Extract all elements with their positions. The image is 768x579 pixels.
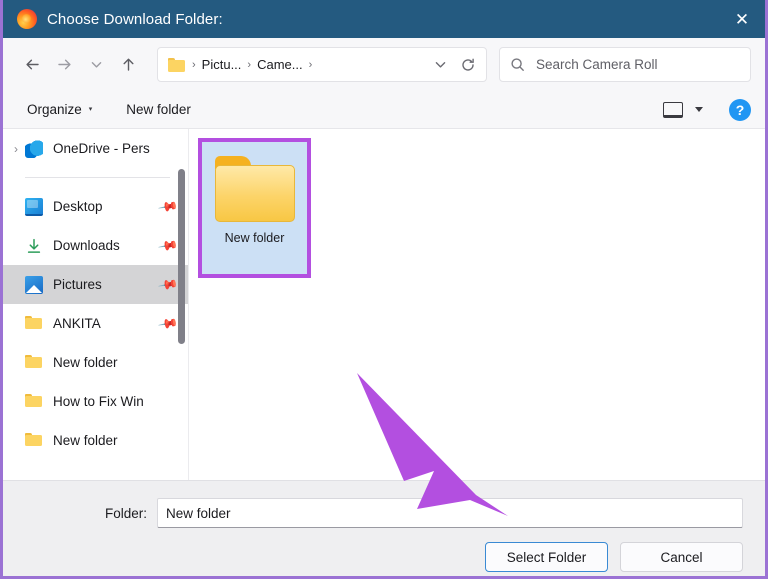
sidebar-item-label: OneDrive - Pers — [53, 141, 150, 156]
file-list-pane[interactable]: New folder — [188, 129, 765, 480]
sidebar-item-label: Downloads — [53, 238, 120, 253]
view-layout-icon[interactable] — [663, 101, 683, 118]
expand-chevron-right-icon[interactable]: › — [9, 142, 23, 156]
pictures-icon — [25, 275, 43, 294]
breadcrumb-folder-icon — [168, 57, 185, 72]
folder-icon — [25, 432, 43, 450]
folder-icon — [213, 156, 297, 222]
help-icon[interactable]: ? — [729, 98, 751, 121]
navigation-sidebar: › OneDrive - Pers Desktop 📌 Downloads 📌 — [3, 129, 188, 480]
choose-download-folder-dialog: Choose Download Folder: ✕ › Pictu... › C… — [0, 0, 768, 579]
sidebar-item-label: ANKITA — [53, 316, 101, 331]
folder-icon — [25, 315, 43, 333]
breadcrumb-separator-2[interactable]: › — [304, 59, 318, 71]
sidebar-item-downloads[interactable]: Downloads 📌 — [3, 226, 188, 265]
sidebar-item-pictures[interactable]: Pictures 📌 — [3, 265, 188, 304]
sidebar-item-new-folder-2[interactable]: New folder — [3, 421, 188, 460]
onedrive-icon — [25, 139, 43, 158]
breadcrumb-separator-1: › — [247, 58, 252, 71]
close-icon[interactable]: ✕ — [719, 0, 765, 38]
sidebar-item-label: Desktop — [53, 199, 103, 214]
breadcrumb-item-0[interactable]: Pictu... — [201, 57, 243, 72]
pin-icon[interactable]: 📌 — [157, 234, 179, 256]
pin-icon[interactable]: 📌 — [157, 273, 179, 295]
search-input[interactable] — [536, 57, 740, 72]
sidebar-item-onedrive[interactable]: › OneDrive - Pers — [3, 129, 188, 168]
dialog-button-row: Select Folder Cancel — [25, 542, 743, 572]
sidebar-item-how-to-fix-win[interactable]: How to Fix Win — [3, 382, 188, 421]
sidebar-item-label: New folder — [53, 433, 118, 448]
cancel-button[interactable]: Cancel — [620, 542, 743, 572]
file-item-label: New folder — [224, 231, 285, 245]
pin-icon[interactable]: 📌 — [157, 195, 179, 217]
refresh-icon[interactable] — [454, 51, 482, 79]
recent-locations-chevron-down-icon[interactable] — [81, 50, 111, 80]
select-folder-button[interactable]: Select Folder — [485, 542, 608, 572]
folder-icon — [25, 354, 43, 372]
back-arrow-icon[interactable] — [17, 50, 47, 80]
search-box[interactable] — [499, 47, 751, 82]
dialog-body: › OneDrive - Pers Desktop 📌 Downloads 📌 — [3, 129, 765, 480]
file-item-new-folder[interactable]: New folder — [198, 138, 311, 278]
window-title: Choose Download Folder: — [47, 10, 223, 28]
view-chevron-down-icon[interactable] — [695, 107, 703, 112]
title-bar: Choose Download Folder: ✕ — [3, 0, 765, 38]
folder-name-input[interactable] — [157, 498, 743, 528]
command-bar: Organize ▾ New folder ? — [3, 91, 765, 129]
sidebar-item-new-folder[interactable]: New folder — [3, 343, 188, 382]
address-history-chevron-down-icon[interactable] — [426, 51, 454, 79]
forward-arrow-icon[interactable] — [49, 50, 79, 80]
folder-field-label: Folder: — [104, 505, 147, 521]
pin-icon[interactable]: 📌 — [157, 312, 179, 334]
navigation-bar: › Pictu... › Came... › — [3, 38, 765, 91]
scrollbar-thumb[interactable] — [178, 169, 185, 344]
search-icon — [510, 57, 525, 72]
screenshot-root: Choose Download Folder: ✕ › Pictu... › C… — [0, 0, 768, 579]
sidebar-scrollbar[interactable] — [178, 169, 185, 480]
folder-field-row: Folder: — [25, 481, 743, 528]
breadcrumb-separator-0: › — [192, 58, 196, 71]
sidebar-divider — [25, 177, 170, 178]
sidebar-item-desktop[interactable]: Desktop 📌 — [3, 187, 188, 226]
folder-icon — [25, 393, 43, 411]
sidebar-item-ankita[interactable]: ANKITA 📌 — [3, 304, 188, 343]
address-bar[interactable]: › Pictu... › Came... › — [157, 47, 487, 82]
breadcrumb-item-1[interactable]: Came... — [256, 57, 304, 72]
organize-chevron-down-icon: ▾ — [88, 106, 93, 113]
sidebar-item-label: Pictures — [53, 277, 102, 292]
sidebar-item-label: New folder — [53, 355, 118, 370]
up-arrow-icon[interactable] — [113, 50, 143, 80]
sidebar-item-label: How to Fix Win — [53, 394, 144, 409]
organize-button[interactable]: Organize ▾ — [21, 96, 98, 124]
firefox-logo-icon — [17, 9, 37, 29]
dialog-footer: Folder: Select Folder Cancel — [3, 480, 765, 576]
desktop-icon — [25, 197, 43, 216]
organize-label: Organize — [27, 102, 82, 117]
download-icon — [25, 237, 43, 255]
new-folder-button[interactable]: New folder — [120, 96, 197, 124]
